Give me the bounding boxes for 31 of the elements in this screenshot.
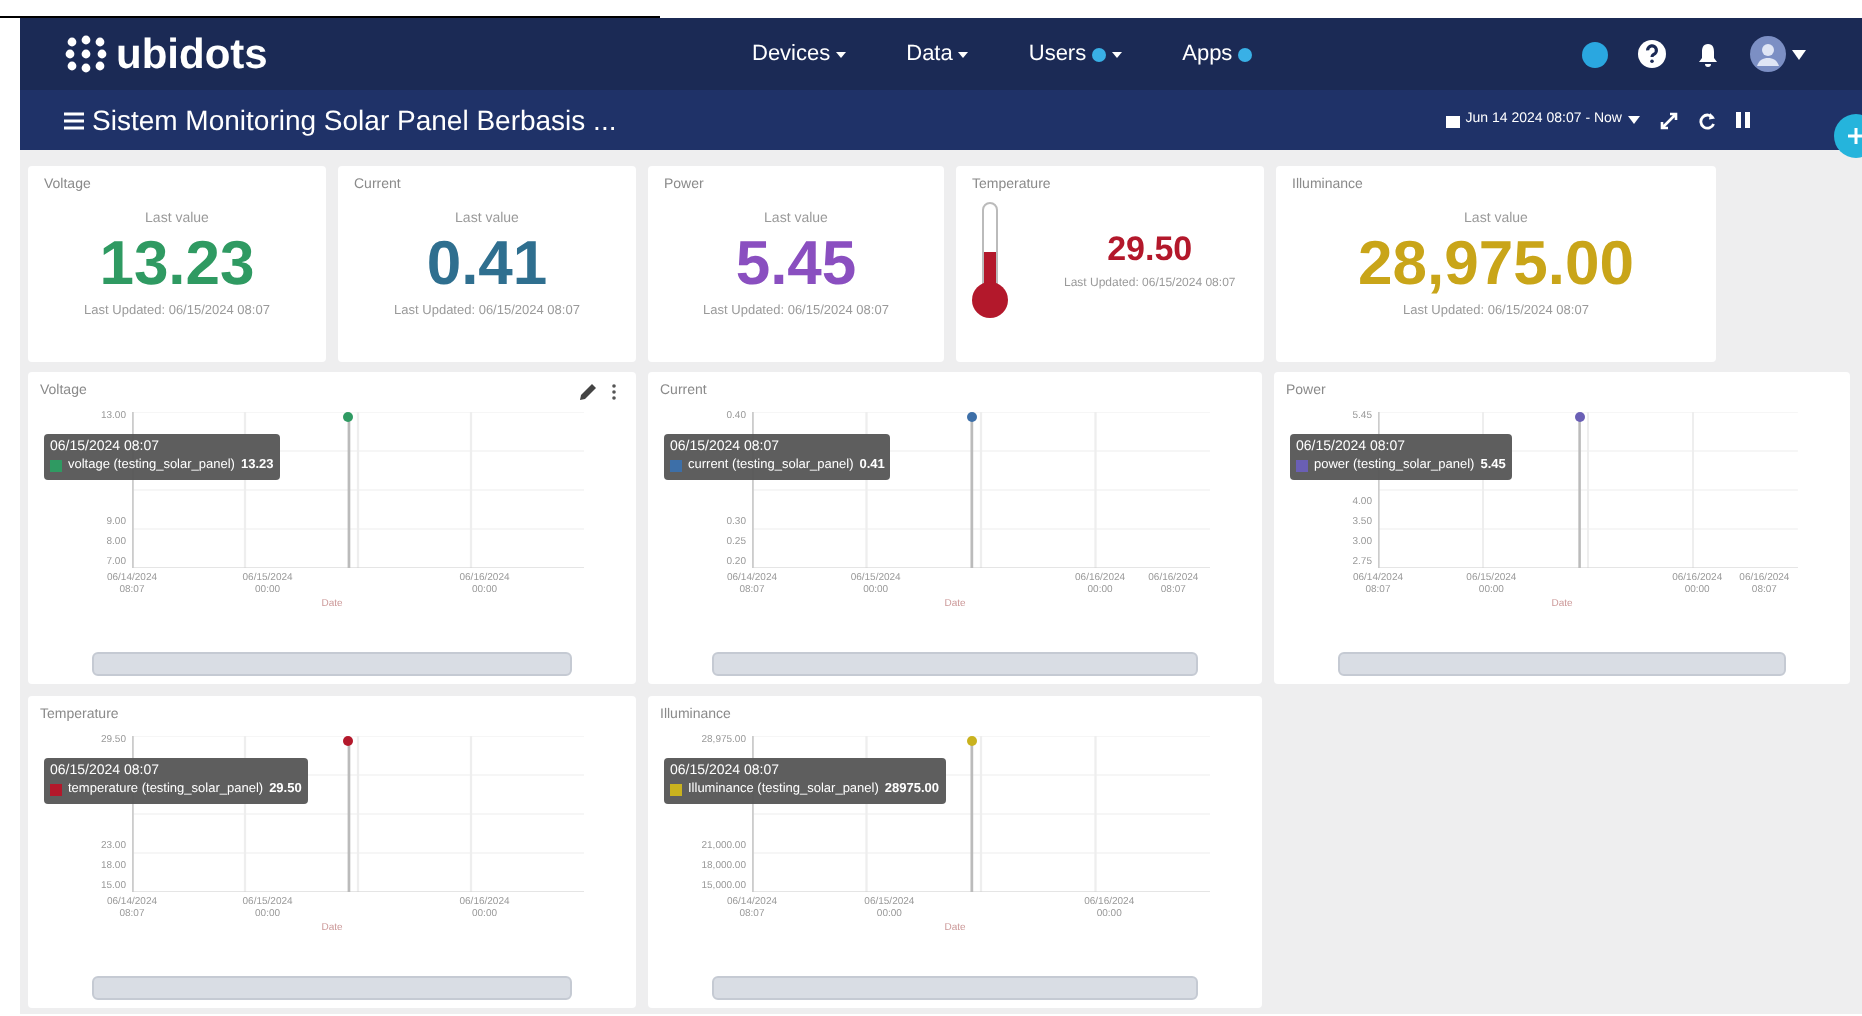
calendar-icon [1445,113,1460,127]
legend-swatch-icon [670,460,682,473]
logo-text[interactable]: ubidots [116,33,268,75]
menu-icon[interactable] [64,111,84,129]
legend-swatch-icon [50,460,62,473]
notification-badge-icon[interactable] [1582,41,1608,67]
legend-swatch-icon [1296,460,1308,473]
nav-menu-item[interactable]: Data [906,37,969,71]
nav-menu-item[interactable]: Users [1028,37,1123,71]
metric-value: 29.50 [1107,228,1193,273]
caret-icon [1628,116,1640,124]
thermometer-icon [972,201,1008,317]
dashboard-title: Sistem Monitoring Solar Panel Berbasis ... [92,101,617,140]
bell-icon[interactable] [1696,41,1720,67]
metric-value: 28,975.00 [1358,230,1634,298]
metric-value: 5.45 [735,230,857,298]
plus-icon [1848,128,1862,144]
logo-icon [64,34,108,74]
edit-icon[interactable] [580,384,596,400]
metric-value: 0.41 [426,230,548,298]
expand-icon[interactable] [1660,111,1678,129]
nav-menu-item[interactable]: Devices [752,37,847,71]
metric-value: 13.23 [99,230,255,298]
help-icon[interactable] [1638,40,1666,68]
avatar-menu[interactable] [1750,36,1806,72]
pause-icon[interactable] [1736,112,1750,128]
legend-swatch-icon [670,784,682,797]
legend-swatch-icon [50,784,62,797]
caret-icon[interactable] [1792,49,1806,59]
refresh-icon[interactable] [1698,111,1716,129]
nav-menu-item[interactable]: Apps [1182,37,1253,71]
